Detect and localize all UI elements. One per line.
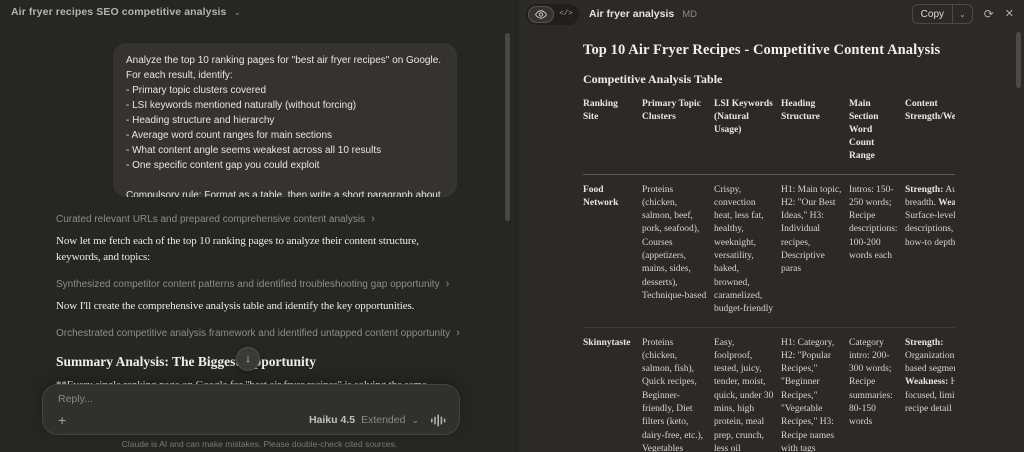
assistant-paragraph: Now let me fetch each of the top 10 rank…	[56, 235, 419, 263]
weakness-label: Weakness:	[905, 377, 949, 388]
tool-step-curated-urls[interactable]: Curated relevant URLs and prepared compr…	[56, 213, 464, 226]
waveform-icon	[431, 414, 446, 426]
preview-toggle-button[interactable]	[528, 5, 554, 23]
artifact-actions: Copy ⌄ ⟳ ✕	[911, 4, 1014, 24]
cell-word-count: Intros: 150-250 words; Recipe descriptio…	[849, 184, 898, 262]
summary-heading: Summary Analysis: The Biggest Opportunit…	[56, 353, 317, 369]
reply-input[interactable]: Reply...	[58, 393, 444, 405]
cell-heading-structure: H1: Category, H2: "Popular Recipes," "Be…	[781, 337, 835, 452]
competitive-analysis-table: Ranking Site Primary Topic Clusters LSI …	[583, 96, 955, 452]
cell-lsi-keywords: Crispy, convection heat, less fat, healt…	[714, 184, 774, 315]
cell-topic-clusters: Proteins (chicken, salmon, beef, pork, s…	[642, 184, 707, 301]
format-badge: MD	[682, 8, 697, 20]
weakness-label: Weakness:	[938, 197, 955, 208]
artifact-title: Air fryer analysis	[589, 8, 675, 20]
artifact-scrollbar-thumb[interactable]	[1016, 32, 1021, 88]
voice-input-icon[interactable]	[431, 414, 446, 427]
conversation-title-menu[interactable]: Air fryer recipes SEO competitive analys…	[11, 6, 241, 18]
column-header: Content Strength/Weakness	[905, 99, 955, 123]
column-header: Primary Topic Clusters	[642, 99, 701, 123]
cell-ranking-site: Skinnytaste	[583, 337, 631, 348]
strength-label: Strength:	[905, 184, 944, 195]
document-title: Top 10 Air Fryer Recipes - Competitive C…	[583, 42, 941, 58]
reply-composer[interactable]: Reply... + Haiku 4.5 Extended ⌄	[42, 384, 460, 435]
strength-text: Organization, diet-based segmentation	[905, 350, 955, 375]
table-header-row: Ranking Site Primary Topic Clusters LSI …	[583, 96, 955, 175]
artifact-panel: </> Air fryer analysis MD Copy ⌄ ⟳ ✕ Top…	[519, 0, 1024, 452]
copy-options-chevron-icon[interactable]: ⌄	[952, 5, 972, 23]
chevron-down-icon: ⌄	[233, 6, 242, 17]
chat-scrollbar-thumb[interactable]	[505, 33, 510, 221]
arrow-down-icon: ↓	[245, 352, 251, 365]
chevron-down-icon: ⌄	[411, 414, 419, 425]
table-row: Food Network Proteins (chicken, salmon, …	[583, 174, 955, 328]
composer-toolbar: + Haiku 4.5 Extended ⌄	[58, 413, 446, 427]
cell-heading-structure: H1: Main topic, H2: "Our Best Ideas," H3…	[781, 184, 842, 275]
cell-strength-weakness: Strength: Authority breadth. Weakness: S…	[905, 174, 955, 327]
copy-button-group: Copy ⌄	[911, 4, 973, 24]
code-toggle-button[interactable]: </>	[555, 6, 577, 23]
artifact-document: Top 10 Air Fryer Recipes - Competitive C…	[583, 42, 955, 452]
chevron-right-icon: ›	[445, 277, 450, 290]
conversation-title: Air fryer recipes SEO competitive analys…	[11, 6, 227, 18]
tool-step-label: Curated relevant URLs and prepared compr…	[56, 214, 366, 225]
scroll-to-bottom-button[interactable]: ↓	[236, 347, 260, 371]
model-name-label: Haiku 4.5	[308, 414, 356, 426]
strength-label: Strength:	[905, 337, 944, 348]
cell-topic-clusters: Proteins (chicken, salmon, fish), Quick …	[642, 337, 704, 452]
column-header: Heading Structure	[781, 99, 820, 123]
tool-step-label: Synthesized competitor content patterns …	[56, 278, 440, 290]
preview-code-toggle: </>	[526, 3, 579, 25]
model-mode-label: Extended	[361, 414, 406, 426]
cell-lsi-keywords: Easy, foolproof, tested, juicy, tender, …	[714, 337, 774, 452]
chevron-right-icon: ›	[456, 326, 460, 339]
add-content-button[interactable]: +	[58, 413, 66, 427]
chevron-right-icon: ›	[371, 213, 375, 225]
tool-step-synthesized-patterns[interactable]: Synthesized competitor content patterns …	[56, 277, 464, 290]
column-header: Ranking Site	[583, 99, 618, 123]
table-row: Skinnytaste Proteins (chicken, salmon, f…	[583, 327, 955, 452]
assistant-paragraph: Now I'll create the comprehensive analys…	[56, 299, 415, 312]
close-icon[interactable]: ✕	[1005, 8, 1014, 20]
document-section-heading: Competitive Analysis Table	[583, 72, 723, 86]
model-selector[interactable]: Haiku 4.5 Extended ⌄	[309, 414, 446, 427]
column-header: Main Section Word Count Range	[849, 99, 879, 162]
artifact-header: </> Air fryer analysis MD Copy ⌄ ⟳ ✕	[519, 0, 1024, 28]
user-message-bubble: Analyze the top 10 ranking pages for "be…	[113, 43, 457, 197]
tool-step-orchestrated-framework[interactable]: Orchestrated competitive analysis framew…	[56, 326, 464, 339]
cell-ranking-site: Food Network	[583, 184, 619, 208]
chat-panel: Air fryer recipes SEO competitive analys…	[0, 0, 519, 452]
refresh-icon[interactable]: ⟳	[984, 8, 994, 20]
weakness-text: Surface-level descriptions, minimal how-…	[905, 211, 955, 248]
eye-icon	[535, 9, 547, 19]
column-header: LSI Keywords (Natural Usage)	[714, 99, 773, 136]
tool-step-label: Orchestrated competitive analysis framew…	[56, 327, 451, 339]
copy-button[interactable]: Copy	[913, 5, 952, 23]
cell-word-count: Category intro: 200-300 words; Recipe su…	[849, 337, 893, 428]
ai-disclaimer: Claude is AI and can make mistakes. Plea…	[121, 439, 398, 449]
cell-strength-weakness: Strength: Organization, diet-based segme…	[905, 327, 955, 452]
